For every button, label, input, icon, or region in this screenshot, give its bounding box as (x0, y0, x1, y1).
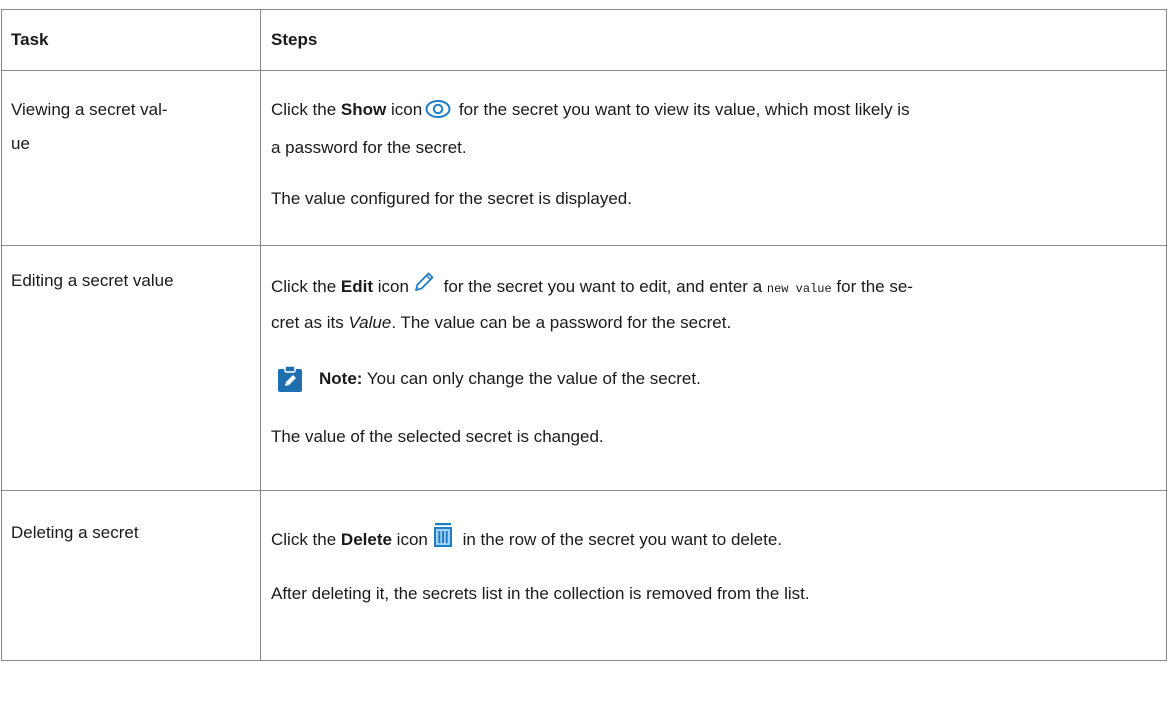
show-label: Show (340, 100, 387, 119)
step-text: Click the Edit icon for the secret you w… (271, 270, 1160, 340)
trash-icon (431, 522, 455, 560)
code-new-value: new value (766, 282, 832, 296)
table-row: Viewing a secret val-ue Click the Show i… (1, 70, 1167, 246)
pencil-icon (412, 270, 436, 306)
steps-cell: Click the Edit icon for the secret you w… (260, 245, 1167, 491)
table-row: Editing a secret value Click the Edit ic… (1, 245, 1167, 491)
task-cell: Deleting a secret (1, 490, 261, 661)
result-text: After deleting it, the secrets list in t… (271, 584, 810, 603)
steps-cell: Click the Delete icon in the row of the … (260, 490, 1167, 661)
result-text: The value of the selected secret is chan… (271, 427, 604, 446)
task-label: Deleting a secret (11, 523, 139, 542)
edit-label: Edit (340, 277, 374, 296)
note-label: Note: (319, 369, 363, 388)
note-icon (275, 364, 305, 394)
header-steps: Steps (260, 9, 1167, 71)
table-row: Deleting a secret Click the Delete icon … (1, 490, 1167, 661)
eye-icon (425, 97, 451, 131)
task-label-line2: ue (11, 134, 30, 153)
header-task: Task (1, 9, 261, 71)
step-text: Click the Delete icon in the row of the … (271, 522, 1160, 560)
task-cell: Viewing a secret val-ue (1, 70, 261, 246)
task-label: Editing a secret value (11, 271, 174, 290)
steps-cell: Click the Show icon for the secret you w… (260, 70, 1167, 246)
value-italic: Value (348, 313, 392, 332)
note-text: You can only change the value of the sec… (362, 369, 701, 388)
step-text: Click the Show icon for the secret you w… (271, 93, 1160, 165)
task-cell: Editing a secret value (1, 245, 261, 491)
note-block: Note: You can only change the value of t… (275, 362, 1160, 396)
task-label-line1: Viewing a secret val- (11, 100, 168, 119)
delete-label: Delete (340, 530, 392, 549)
table-header-row: Task Steps (1, 9, 1167, 71)
task-steps-table: Task Steps Viewing a secret val-ue Click… (1, 9, 1167, 661)
result-text: The value configured for the secret is d… (271, 189, 632, 208)
